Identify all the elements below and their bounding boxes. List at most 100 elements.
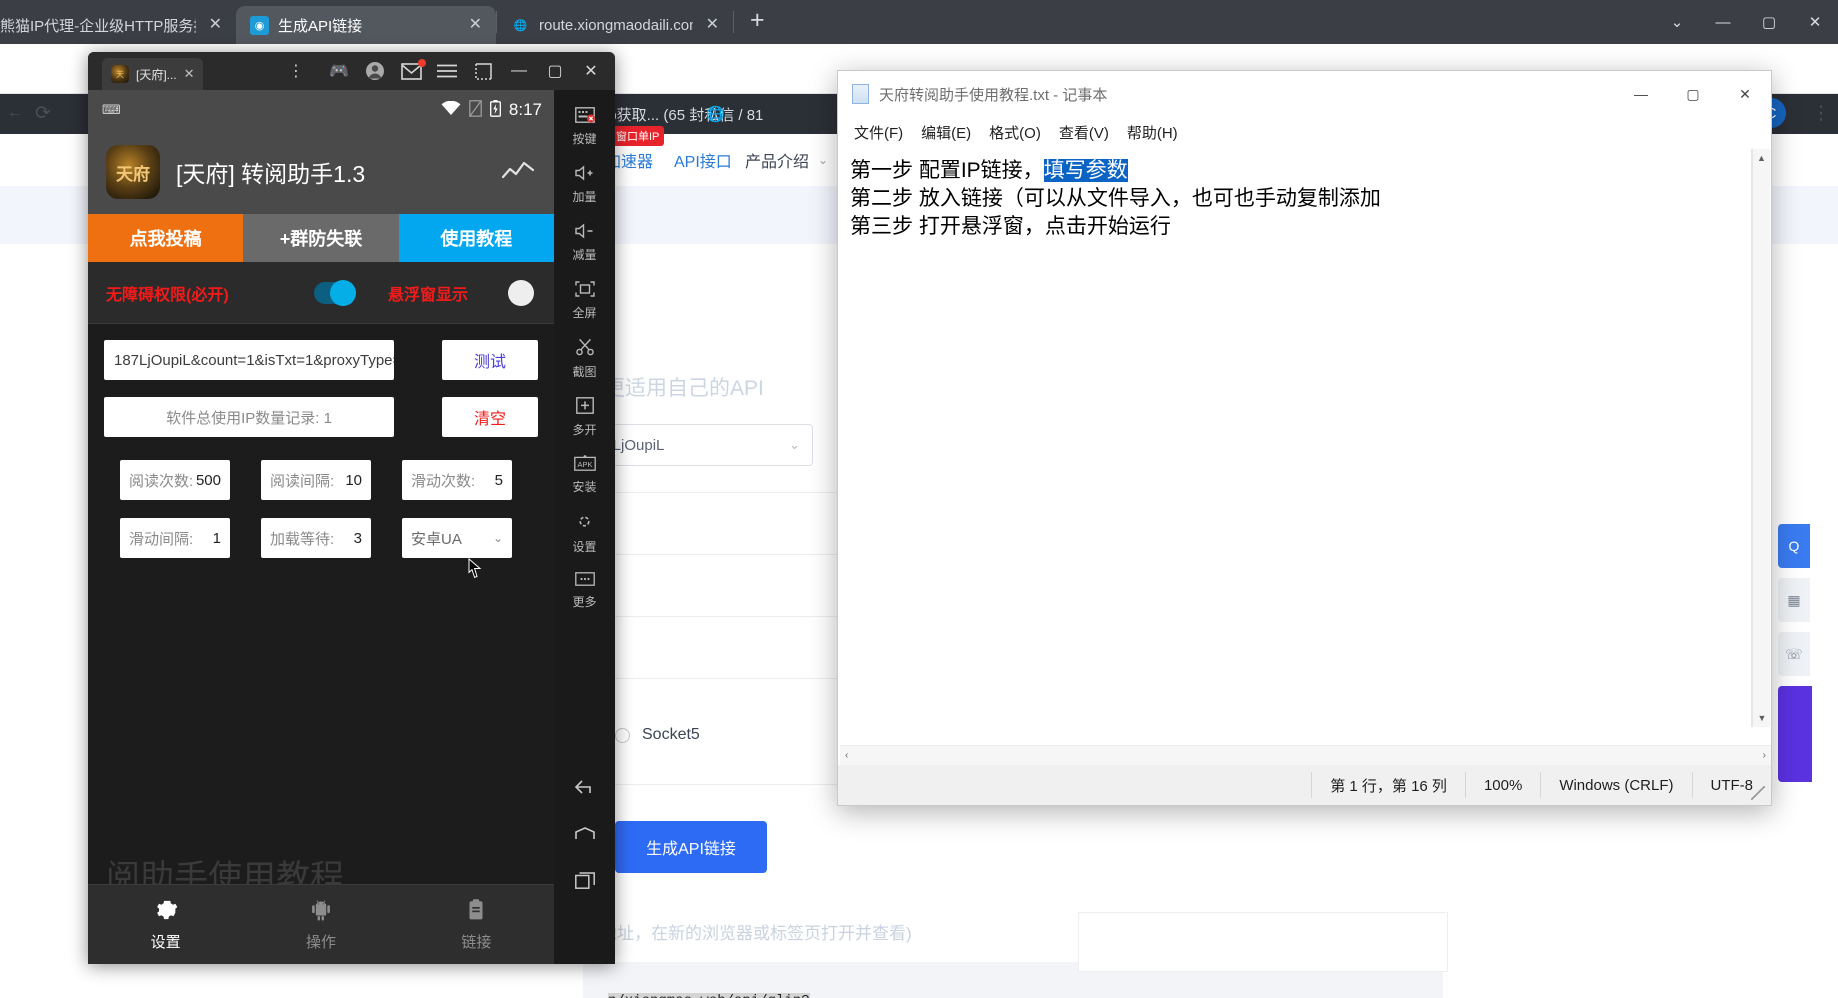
read-interval-field[interactable]: 阅读间隔: 10 (261, 460, 371, 500)
menu-item-edit[interactable]: 编辑(E) (921, 122, 971, 143)
generate-api-link-button[interactable]: 生成API链接 (615, 821, 767, 873)
sidebar-item-install[interactable]: APK 安装 (554, 446, 615, 504)
sidebar-item-multi[interactable]: 多开 (554, 388, 615, 446)
tab-search-chevron-icon[interactable]: ⌄ (1654, 0, 1700, 44)
floating-window-toggle[interactable] (508, 280, 534, 306)
minimize-icon[interactable]: — (503, 52, 535, 90)
chevron-down-icon[interactable]: ⌄ (818, 153, 828, 167)
menu-item-view[interactable]: 查看(V) (1059, 122, 1109, 143)
browser-tab-1[interactable]: ◉ 生成API链接 ✕ (236, 6, 496, 44)
resize-grip-icon[interactable] (1751, 786, 1765, 800)
close-icon[interactable]: ✕ (184, 66, 195, 82)
minimize-icon[interactable]: — (1615, 71, 1667, 117)
android-screen: ⌨ 8:17 天府 [天府] 转阅助手1.3 (88, 90, 554, 964)
bottom-nav-settings[interactable]: 设置 (88, 885, 243, 964)
sidebar-item-more[interactable]: 更多 (554, 562, 615, 620)
generated-url-text: n/xiongmao-web/api/glip? 1bd4d5b9e5&orde… (608, 991, 1011, 998)
mail-icon[interactable] (395, 52, 427, 90)
emulator-titlebar: 天 [天府]... ✕ ⋮ 🎮 — (88, 52, 615, 90)
qrcode-tool-button[interactable]: ▦ (1778, 578, 1810, 622)
clear-button[interactable]: 清空 (442, 397, 538, 437)
scissors-icon (575, 338, 595, 361)
gamepad-icon[interactable]: 🎮 (323, 52, 355, 90)
sidebar-item-keymap[interactable]: 按键 (554, 98, 615, 156)
scroll-up-icon[interactable]: ▲ (1753, 149, 1770, 167)
close-icon[interactable]: ✕ (575, 52, 607, 90)
sidebar-item-settings[interactable]: 设置 (554, 504, 615, 562)
maximize-icon[interactable]: ▢ (539, 52, 571, 90)
phone-tool-button[interactable]: ☏ (1778, 632, 1810, 676)
back-icon[interactable] (574, 780, 596, 800)
swipe-count-value: 5 (495, 472, 503, 489)
bottom-nav-link[interactable]: 链接 (399, 885, 554, 964)
test-button[interactable]: 测试 (442, 340, 538, 380)
sidebar-item-volume-up[interactable]: 加量 (554, 156, 615, 214)
close-icon[interactable]: ✕ (1792, 0, 1838, 44)
app-tab-submit[interactable]: 点我投稿 (88, 214, 243, 262)
maximize-icon[interactable]: ▢ (1746, 0, 1792, 44)
notepad-vertical-scrollbar[interactable]: ▲ ▼ (1752, 149, 1770, 727)
promo-tool-button[interactable] (1778, 686, 1812, 782)
notepad-horizontal-scrollbar[interactable]: ‹ › (840, 745, 1771, 765)
globe-icon: 🌐 (511, 16, 530, 35)
app-tab-group[interactable]: +群防失联 (243, 214, 398, 262)
minimize-icon[interactable]: — (1700, 0, 1746, 44)
user-agent-select[interactable]: 安卓UA ⌄ (402, 518, 512, 558)
chevron-down-icon: ⌄ (789, 437, 800, 453)
emulator-menu-icon[interactable]: ⋮ (288, 61, 305, 81)
notepad-status-bar: 第 1 行，第 16 列 100% Windows (CRLF) UTF-8 (838, 765, 1771, 805)
emulator-tab[interactable]: 天 [天府]... ✕ (102, 58, 203, 90)
load-wait-field[interactable]: 加载等待: 3 (261, 518, 371, 558)
new-tab-button[interactable]: + (734, 8, 781, 37)
accessibility-toggle[interactable] (314, 282, 356, 304)
bottom-nav-operation-label: 操作 (306, 931, 336, 952)
sim-icon (469, 100, 482, 121)
sidebar-item-volume-down[interactable]: 减量 (554, 214, 615, 272)
account-icon[interactable] (359, 52, 391, 90)
wifi-icon (441, 101, 461, 120)
close-icon[interactable]: ✕ (205, 17, 226, 33)
load-wait-value: 3 (354, 530, 362, 547)
ip-count-field[interactable]: 软件总使用IP数量记录: 1 (104, 397, 394, 437)
scroll-right-icon[interactable]: › (1763, 750, 1766, 761)
close-icon[interactable]: ✕ (702, 17, 723, 33)
qq-tool-button[interactable]: Q (1778, 524, 1810, 568)
browser-titlebar: 熊猫IP代理-企业级HTTP服务提供 ✕ ◉ 生成API链接 ✕ 🌐 route… (0, 0, 1838, 44)
reload-icon[interactable]: ⟳ (22, 88, 64, 138)
home-icon[interactable] (574, 826, 596, 846)
nav-item-api[interactable]: API接口 (674, 148, 732, 172)
swipe-count-field[interactable]: 滑动次数: 5 (402, 460, 512, 500)
sidebar-item-screenshot-label: 截图 (572, 363, 596, 380)
scroll-left-icon[interactable]: ‹ (845, 750, 848, 761)
hamburger-icon[interactable] (431, 52, 463, 90)
android-status-right: 8:17 (441, 100, 542, 121)
trend-icon[interactable] (502, 160, 534, 185)
browser-tab-0[interactable]: 熊猫IP代理-企业级HTTP服务提供 ✕ (0, 6, 236, 44)
resize-icon[interactable] (467, 52, 499, 90)
right-floating-tools[interactable]: Q ▦ ☏ (1778, 524, 1812, 782)
recents-icon[interactable] (575, 872, 595, 894)
permission-row: 无障碍权限(必开) 悬浮窗显示 (88, 262, 554, 324)
menu-item-format[interactable]: 格式(O) (989, 122, 1041, 143)
swipe-interval-field[interactable]: 滑动间隔: 1 (120, 518, 230, 558)
read-count-field[interactable]: 阅读次数: 500 (120, 460, 230, 500)
order-select[interactable]: 87LjOupiL ⌄ (583, 424, 813, 466)
maximize-icon[interactable]: ▢ (1667, 71, 1719, 117)
protocol-radio-socket5[interactable]: Socket5 (615, 726, 700, 744)
nav-item-products[interactable]: 产品介绍 (745, 148, 809, 172)
browser-tab-2[interactable]: 🌐 route.xiongmaodaili.com/xiong ✕ (497, 6, 733, 44)
sidebar-item-screenshot[interactable]: 截图 (554, 330, 615, 388)
notepad-titlebar: 天府转阅助手使用教程.txt - 记事本 — ▢ ✕ (838, 71, 1771, 117)
close-icon[interactable]: ✕ (1719, 71, 1771, 117)
clock-label: 8:17 (509, 100, 542, 120)
menu-item-help[interactable]: 帮助(H) (1127, 122, 1178, 143)
ip-link-input[interactable]: 187LjOupiL&count=1&isTxt=1&proxyType=1 (104, 340, 394, 380)
sidebar-item-fullscreen[interactable]: 全屏 (554, 272, 615, 330)
notepad-text-area[interactable]: 第一步 配置IP链接，填写参数 第二步 放入链接（可以从文件导入，也可也手动复制… (840, 149, 1752, 727)
app-tab-tutorial[interactable]: 使用教程 (399, 214, 554, 262)
scroll-down-icon[interactable]: ▼ (1753, 709, 1771, 727)
menu-item-file[interactable]: 文件(F) (854, 122, 903, 143)
bottom-nav-operation[interactable]: 操作 (243, 885, 398, 964)
close-icon[interactable]: ✕ (465, 17, 486, 33)
browser-menu-icon[interactable]: ⋮ (1804, 88, 1838, 138)
